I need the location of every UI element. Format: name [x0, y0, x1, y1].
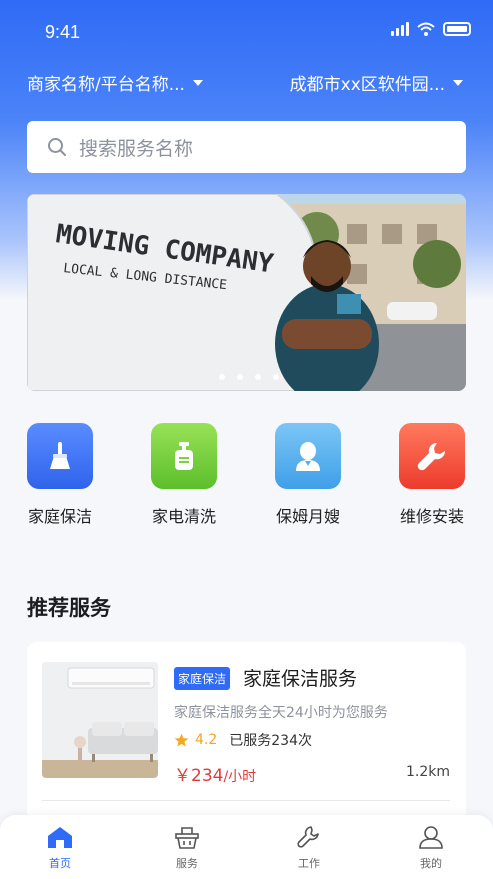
tab-work[interactable]: 工作: [269, 825, 349, 871]
service-price: ￥234/小时: [174, 761, 256, 786]
status-bar: 9:41: [0, 0, 493, 60]
tab-label: 我的: [420, 857, 442, 870]
location-row: 商家名称/平台名称... 成都市xx区软件园...: [0, 66, 493, 98]
profile-icon: [419, 826, 443, 849]
category-grid: 家庭保洁 家电清洗 保姆月嫂 维修安装: [0, 423, 493, 533]
soap-bottle-icon: [151, 423, 217, 489]
bottom-tabbar: 首页 服务 工作 我的: [0, 815, 493, 879]
tab-profile[interactable]: 我的: [391, 825, 471, 871]
divider: [42, 800, 450, 801]
pagination-dot[interactable]: [237, 374, 243, 380]
category-label: 维修安装: [399, 507, 464, 526]
category-cleaning[interactable]: 家庭保洁: [10, 423, 110, 527]
tab-home[interactable]: 首页: [20, 825, 100, 871]
search-icon: [48, 138, 66, 156]
tool-icon: [297, 826, 319, 848]
search-bar[interactable]: 搜索服务名称: [27, 121, 466, 173]
service-distance: 1.2km: [405, 764, 450, 780]
battery-icon: [443, 22, 471, 36]
category-label: 家庭保洁: [27, 507, 92, 526]
tab-label: 工作: [298, 857, 320, 870]
basket-icon: [175, 827, 199, 849]
category-nanny[interactable]: 保姆月嫂: [258, 423, 358, 527]
section-title: 推荐服务: [27, 596, 111, 620]
status-time: 9:41: [45, 22, 81, 42]
category-label: 家电清洗: [151, 507, 216, 526]
tab-label: 服务: [176, 857, 198, 870]
price-unit: /小时: [223, 769, 257, 785]
rating-value: 4.2: [195, 732, 218, 748]
banner-pagination: [219, 374, 279, 380]
service-thumbnail: [42, 662, 158, 778]
price-value: ￥234: [174, 766, 224, 786]
category-appliance-cleaning[interactable]: 家电清洗: [134, 423, 234, 527]
caret-down-icon: [192, 79, 203, 86]
promo-banner[interactable]: MOVING COMPANY LOCAL & LONG DISTANCE: [27, 194, 466, 391]
wrench-icon: [399, 423, 465, 489]
home-icon: [48, 827, 72, 848]
caret-down-icon: [453, 79, 463, 86]
merchant-label: 商家名称/平台名称...: [27, 75, 185, 95]
pagination-dot[interactable]: [255, 374, 261, 380]
served-count: 已服务234次: [229, 733, 312, 749]
broom-icon: [27, 423, 93, 489]
nanny-icon: [275, 423, 341, 489]
service-card[interactable]: 家庭保洁 家庭保洁服务 家庭保洁服务全天24小时为您服务 4.2 已服务234次…: [27, 642, 466, 822]
service-rating: 4.2 已服务234次: [174, 730, 312, 750]
city-label: 成都市xx区软件园...: [289, 75, 445, 95]
service-description: 家庭保洁服务全天24小时为您服务: [174, 705, 388, 721]
category-label: 保姆月嫂: [275, 507, 340, 526]
signal-icon: [391, 22, 409, 36]
status-icons: [391, 22, 471, 36]
pagination-dot[interactable]: [219, 374, 225, 380]
wifi-icon: [417, 22, 435, 36]
city-selector[interactable]: 成都市xx区软件园...: [290, 70, 463, 95]
banner-image: MOVING COMPANY LOCAL & LONG DISTANCE: [27, 194, 466, 391]
service-tag: 家庭保洁: [174, 667, 231, 690]
merchant-selector[interactable]: 商家名称/平台名称...: [27, 70, 203, 95]
tab-service[interactable]: 服务: [147, 825, 227, 871]
star-icon: [174, 733, 189, 746]
service-title: 家庭保洁服务: [243, 668, 358, 690]
category-repair[interactable]: 维修安装: [382, 423, 482, 527]
search-placeholder: 搜索服务名称: [79, 137, 194, 160]
tab-label: 首页: [49, 857, 71, 870]
pagination-dot[interactable]: [273, 374, 279, 380]
